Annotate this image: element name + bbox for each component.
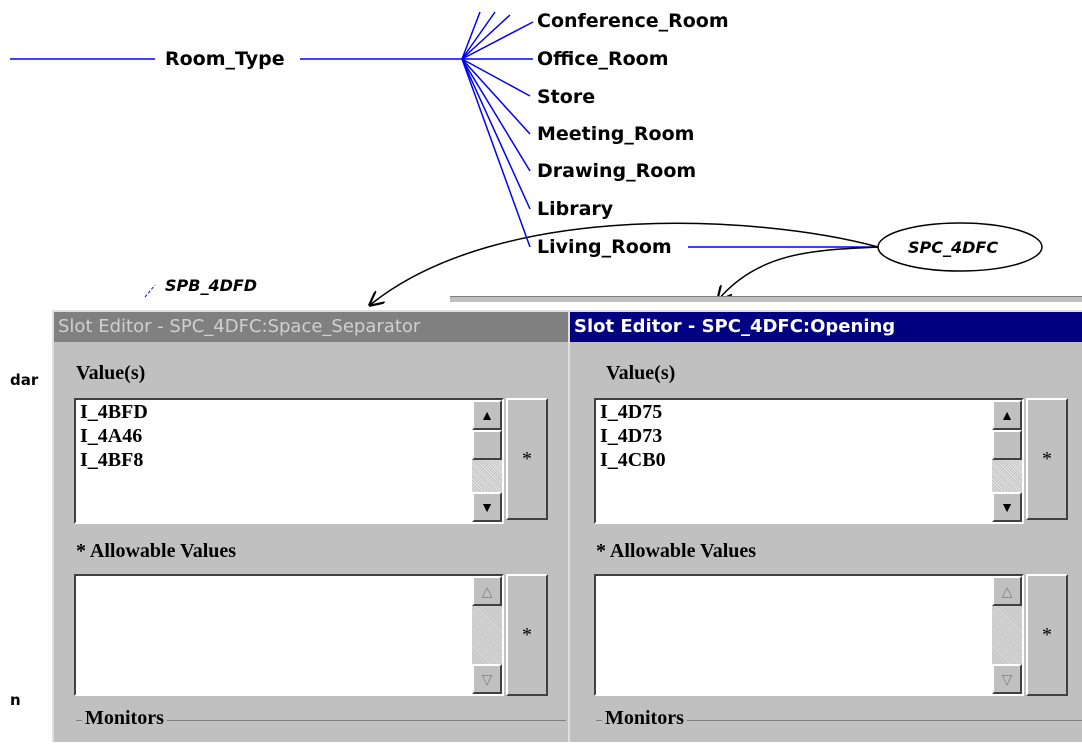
arrow-to-opening	[718, 246, 879, 300]
values-listbox[interactable]: I_4D75 I_4D73 I_4CB0 ▲ ▼	[594, 398, 1024, 524]
scroll-down-arrow-icon: ▽	[472, 664, 502, 694]
window-title[interactable]: Slot Editor - SPC_4DFC:Space_Separator	[54, 312, 570, 342]
values-scrollbar[interactable]: ▲ ▼	[992, 400, 1022, 522]
scroll-down-arrow-icon[interactable]: ▼	[992, 492, 1022, 522]
list-item[interactable]: I_4A46	[76, 424, 502, 448]
scroll-down-arrow-icon: ▽	[992, 664, 1022, 694]
node-conference-room[interactable]: Conference_Room	[537, 10, 729, 32]
list-item[interactable]: I_4D75	[596, 400, 1022, 424]
scroll-down-arrow-icon[interactable]: ▼	[472, 492, 502, 522]
allowable-values-label: * Allowable Values	[76, 540, 237, 562]
node-drawing-room[interactable]: Drawing_Room	[537, 160, 697, 182]
values-add-button[interactable]: *	[1026, 398, 1068, 520]
values-label: Value(s)	[76, 362, 146, 384]
list-item[interactable]: I_4BF8	[76, 448, 502, 472]
monitors-label: Monitors	[602, 707, 687, 730]
scroll-up-arrow-icon: △	[992, 576, 1022, 606]
edge-spb	[144, 284, 156, 298]
node-store[interactable]: Store	[537, 86, 596, 108]
slot-editor-opening[interactable]: Slot Editor - SPC_4DFC:Opening Value(s) …	[568, 310, 1082, 742]
node-library[interactable]: Library	[537, 198, 614, 220]
scroll-track[interactable]	[472, 460, 502, 492]
values-scrollbar[interactable]: ▲ ▼	[472, 400, 502, 522]
edge-extra-1	[461, 11, 481, 60]
scroll-up-arrow-icon[interactable]: ▲	[472, 400, 502, 430]
list-item[interactable]: I_4CB0	[596, 448, 1022, 472]
allowable-add-button[interactable]: *	[506, 574, 548, 696]
values-listbox[interactable]: I_4BFD I_4A46 I_4BF8 ▲ ▼	[74, 398, 504, 524]
scroll-up-arrow-icon: △	[472, 576, 502, 606]
edge-library	[461, 58, 531, 210]
edge-extra-2	[461, 11, 496, 60]
list-item[interactable]: I_4D73	[596, 424, 1022, 448]
allowable-values-label: * Allowable Values	[596, 540, 757, 562]
edge-store	[461, 58, 531, 97]
background-window-edge	[450, 296, 1082, 302]
monitors-groupbox: Monitors	[76, 707, 566, 751]
window-title[interactable]: Slot Editor - SPC_4DFC:Opening	[570, 312, 1082, 342]
allowable-scrollbar: △ ▽	[472, 576, 502, 694]
scroll-track[interactable]	[992, 460, 1022, 492]
left-fragment-2: n	[10, 691, 21, 709]
node-living-room[interactable]: Living_Room	[537, 236, 672, 258]
allowable-add-button[interactable]: *	[1026, 574, 1068, 696]
list-item[interactable]: I_4BFD	[76, 400, 502, 424]
node-room-type[interactable]: Room_Type	[165, 48, 285, 70]
node-spc-4dfc[interactable]: SPC_4DFC	[908, 238, 998, 258]
node-spb-4dfd[interactable]: SPB_4DFD	[165, 276, 257, 296]
allowable-scrollbar: △ ▽	[992, 576, 1022, 694]
node-office-room[interactable]: Office_Room	[537, 48, 669, 70]
monitors-label: Monitors	[82, 707, 167, 730]
edge-meeting	[461, 58, 531, 135]
edge-conference	[461, 21, 534, 60]
node-meeting-room[interactable]: Meeting_Room	[537, 123, 695, 145]
monitors-groupbox: Monitors	[596, 707, 1082, 751]
slot-editor-space-separator[interactable]: Slot Editor - SPC_4DFC:Space_Separator V…	[52, 310, 572, 742]
values-label: Value(s)	[606, 362, 676, 384]
scroll-up-arrow-icon[interactable]: ▲	[992, 400, 1022, 430]
allowable-values-listbox[interactable]: △ ▽	[74, 574, 504, 696]
scroll-thumb[interactable]	[472, 430, 502, 460]
values-add-button[interactable]: *	[506, 398, 548, 520]
left-fragment-1: dar	[10, 371, 39, 389]
scroll-thumb[interactable]	[992, 430, 1022, 460]
allowable-values-listbox[interactable]: △ ▽	[594, 574, 1024, 696]
